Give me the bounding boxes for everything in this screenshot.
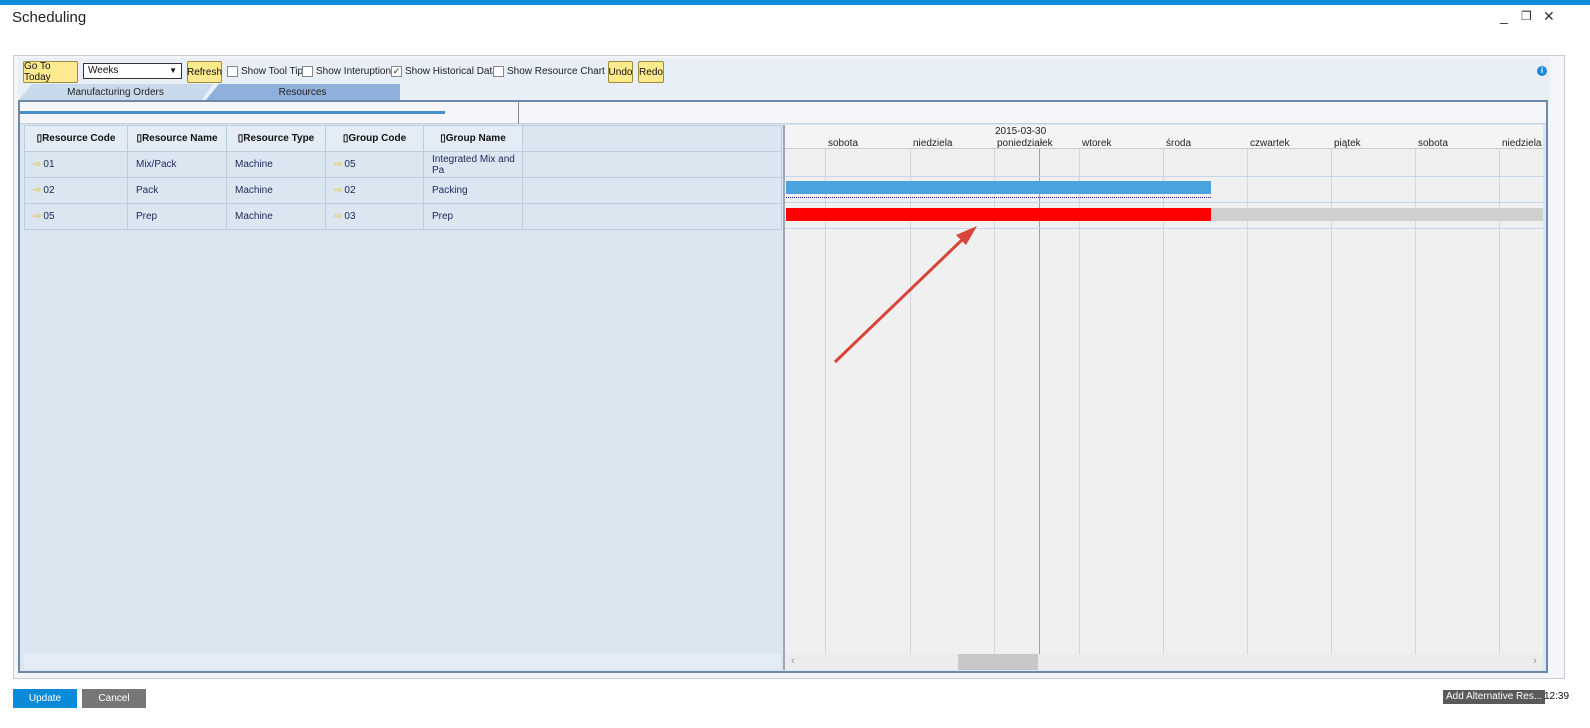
- status-message: Add Alternative Res...: [1443, 690, 1546, 704]
- clock: 12:39: [1544, 691, 1570, 702]
- cancel-button[interactable]: Cancel: [82, 689, 146, 708]
- annotation-arrow-shaft: [833, 234, 968, 364]
- update-button[interactable]: Update: [13, 689, 77, 708]
- annotation-arrow: [833, 226, 977, 364]
